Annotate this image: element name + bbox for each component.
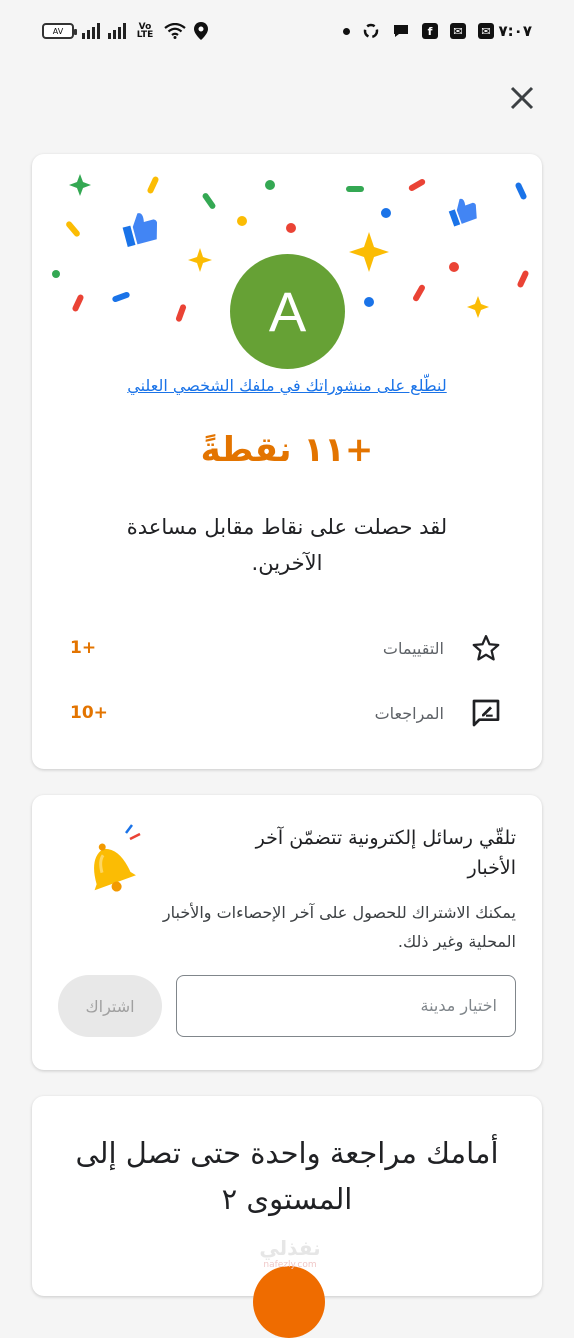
level-card: أمامك مراجعة واحدة حتى تصل إلى المستوى ٢… <box>32 1096 542 1338</box>
battery-text: AV <box>52 26 64 36</box>
ratings-row: التقييمات 1+ <box>70 626 504 670</box>
city-select-input[interactable]: اختيار مدينة <box>176 975 516 1037</box>
sync-icon <box>363 23 379 39</box>
signal-icon <box>82 23 100 39</box>
review-edit-icon <box>468 695 504 731</box>
bell-icon <box>94 824 141 892</box>
watermark-sub: nafezly.com <box>263 1260 317 1270</box>
volte-icon: Vo LTE <box>136 22 154 40</box>
ratings-label: التقييمات <box>382 638 444 658</box>
facebook-icon: f <box>422 23 438 39</box>
earned-message: لقد حصلت على نقاط مقابل مساعدة الآخرين. <box>126 515 448 575</box>
level-progress-text: أمامك مراجعة واحدة حتى تصل إلى المستوى ٢ <box>75 1136 499 1217</box>
subscribe-description: يمكنك الاشتراك للحصول على آخر الإحصاءات … <box>162 903 516 951</box>
battery-icon: AV <box>42 23 77 39</box>
subscribe-title: تلقّي رسائل إلكترونية تتضمّن آخر الأخبار <box>255 827 516 880</box>
avatar[interactable]: A <box>230 254 345 369</box>
profile-link[interactable]: لنطّلع على منشوراتك في ملفك الشخصي العلن… <box>32 376 542 395</box>
watermark-text: نفذلي <box>259 1236 321 1260</box>
chat-bubble-icon <box>394 25 408 37</box>
close-icon <box>510 86 534 110</box>
subscribe-button[interactable]: اشتراك <box>58 975 162 1037</box>
messenger-icon-2: ✉ <box>478 23 494 39</box>
status-right-icons: f ✉ ✉ <box>343 22 494 40</box>
ratings-value: 1+ <box>70 638 97 658</box>
location-icon <box>194 22 208 40</box>
level-badge <box>253 1266 325 1338</box>
wifi-icon <box>164 23 186 39</box>
reviews-row: المراجعات 10+ <box>70 691 504 735</box>
signal-icon-2 <box>108 23 126 39</box>
notification-dot-icon <box>343 27 350 35</box>
points-earned: +١١ نقطةً <box>200 430 374 470</box>
messenger-icon: ✉ <box>450 23 466 39</box>
watermark: نفذلي nafezly.com <box>240 1236 340 1270</box>
reviews-value: 10+ <box>70 703 108 723</box>
status-time: ٧:٠٧ <box>498 22 532 40</box>
status-left-icons: AV Vo LTE <box>42 22 208 40</box>
reward-card: A لنطّلع على منشوراتك في ملفك الشخصي الع… <box>32 154 542 769</box>
close-button[interactable] <box>504 80 540 116</box>
status-bar: AV Vo LTE f ✉ ✉ ٧:٠٧ <box>0 0 574 64</box>
reviews-label: المراجعات <box>374 703 444 723</box>
star-icon <box>468 630 504 666</box>
subscribe-card: تلقّي رسائل إلكترونية تتضمّن آخر الأخبار… <box>32 795 542 1070</box>
